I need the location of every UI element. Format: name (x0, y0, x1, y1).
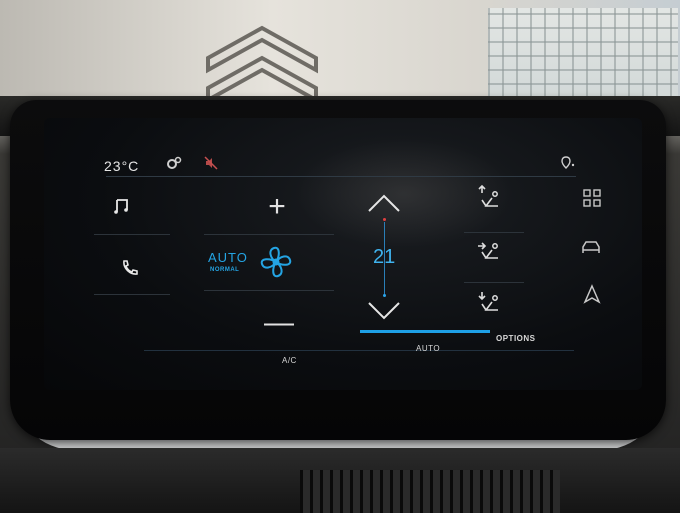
air-vent (300, 470, 560, 513)
chevron-logo-icon (206, 25, 318, 100)
air-middle-icon[interactable] (476, 238, 504, 266)
chevron-up-icon[interactable] (366, 192, 402, 214)
temp-min-dot (383, 294, 386, 297)
tab-bar-divider (144, 350, 574, 351)
left-divider-2 (94, 294, 170, 295)
tab-ac[interactable]: A/C (282, 356, 297, 365)
car-icon[interactable] (580, 238, 602, 256)
fan-mode-label: AUTO (208, 250, 248, 265)
mute-icon[interactable] (204, 156, 218, 170)
photo-scene: 23°C + AUTO NORMAL — 21 A/C AUTO OPTIONS (0, 0, 680, 513)
fan-divider-1 (204, 234, 334, 235)
infotainment-screen: 23°C + AUTO NORMAL — 21 A/C AUTO OPTIONS (44, 118, 642, 390)
music-icon (114, 199, 128, 214)
air-upper-icon[interactable] (476, 184, 504, 212)
air-divider-2 (464, 282, 524, 283)
gear-icon[interactable] (166, 156, 182, 170)
air-lower-icon[interactable] (476, 290, 504, 318)
apps-grid-icon[interactable] (582, 188, 602, 208)
air-divider-1 (464, 232, 524, 233)
left-divider-1 (94, 234, 170, 235)
fan-divider-2 (204, 290, 334, 291)
chevron-down-icon[interactable] (366, 300, 402, 322)
phone-button[interactable] (104, 248, 156, 288)
tab-auto[interactable]: AUTO (416, 344, 440, 353)
fan-icon[interactable] (258, 244, 294, 280)
active-tab-indicator (360, 330, 490, 333)
fan-mode-sublabel: NORMAL (210, 267, 240, 273)
set-temperature: 21 (373, 246, 396, 268)
music-button[interactable] (96, 186, 148, 226)
temp-max-dot (383, 218, 386, 221)
tab-options[interactable]: OPTIONS (496, 334, 536, 343)
outside-temperature: 23°C (104, 158, 140, 174)
phone-icon (123, 260, 138, 275)
fan-decrease-button[interactable]: — (262, 308, 296, 338)
location-icon (561, 156, 575, 169)
fan-increase-button[interactable]: + (260, 192, 294, 222)
status-divider (106, 176, 576, 177)
navigation-icon[interactable] (582, 284, 602, 304)
